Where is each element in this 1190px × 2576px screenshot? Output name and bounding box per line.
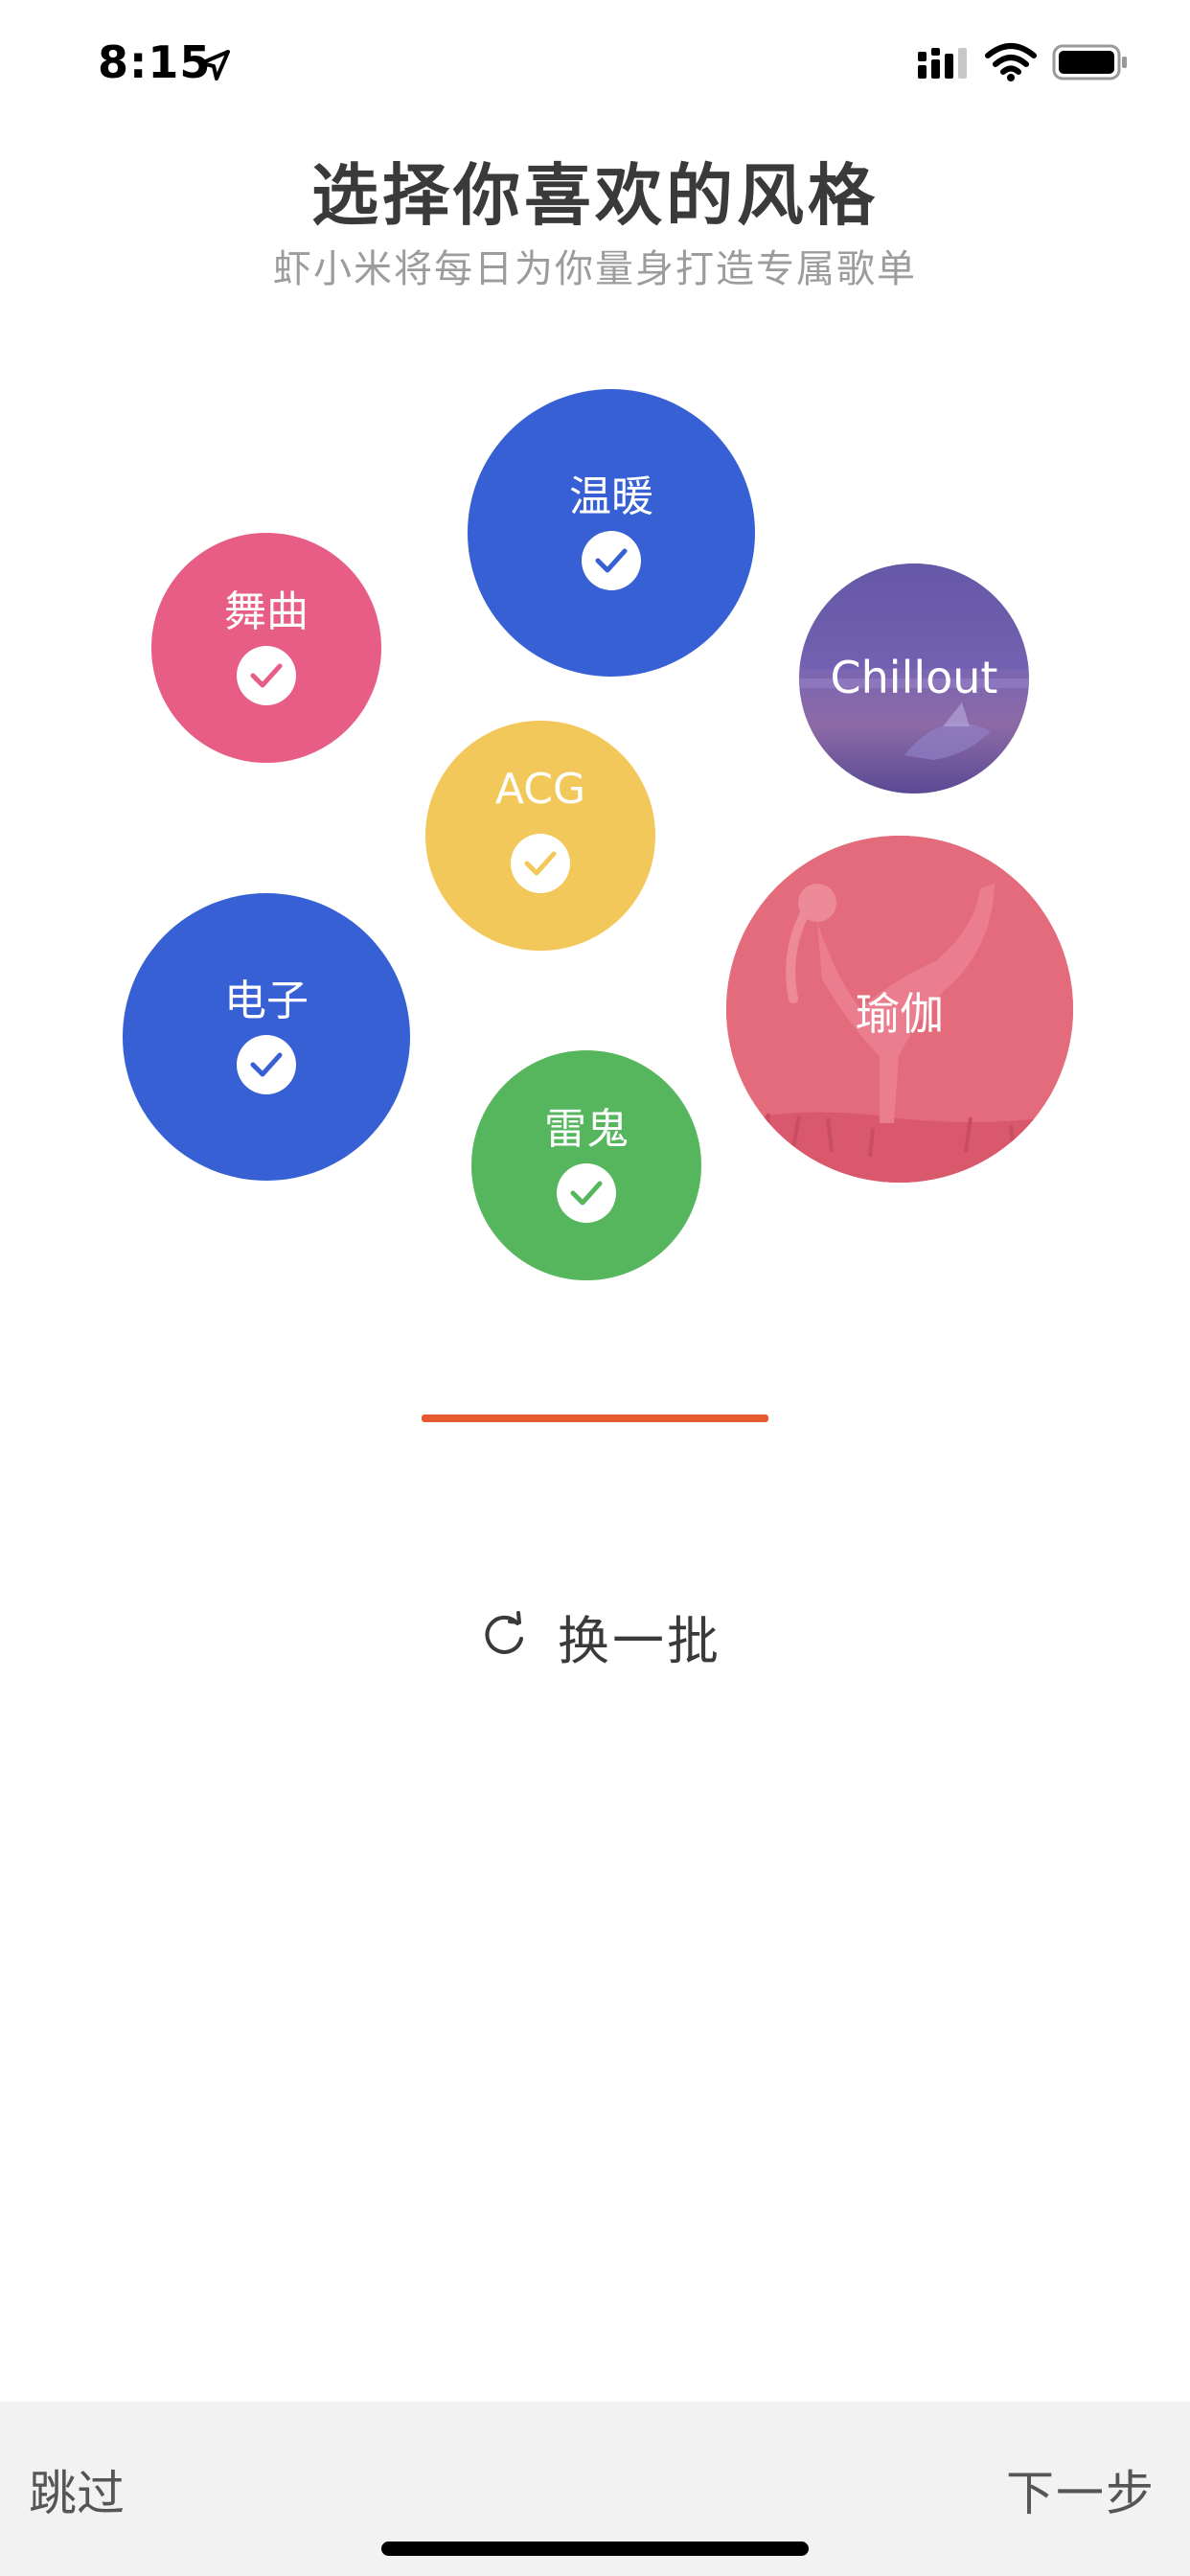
- next-step-button[interactable]: 下一步: [1006, 2455, 1156, 2524]
- style-label: Chillout: [830, 652, 998, 703]
- location-arrow-icon: [199, 50, 230, 80]
- skip-button[interactable]: 跳过: [29, 2455, 125, 2524]
- check-icon: [557, 1163, 616, 1223]
- style-bubble-electronic[interactable]: 电子: [123, 893, 410, 1181]
- status-time: 8:15: [98, 36, 212, 88]
- refresh-batch-button[interactable]: 换一批: [469, 1591, 728, 1671]
- check-icon: [237, 646, 296, 705]
- style-bubble-reggae[interactable]: 雷鬼: [471, 1050, 701, 1280]
- cellular-signal-icon: [918, 48, 967, 79]
- wifi-icon: [985, 43, 1037, 81]
- style-label: ACG: [494, 765, 586, 814]
- style-label: 舞曲: [224, 587, 309, 636]
- style-bubble-acg[interactable]: ACG: [425, 721, 655, 951]
- battery-icon: [1052, 44, 1127, 80]
- refresh-icon: [485, 1611, 523, 1654]
- progress-indicator: [422, 1414, 768, 1422]
- style-picker-screen: 8:15 选择你喜欢的风格 虾小米将每日为你量身打造专属歌单 温暖 舞曲 Chi…: [0, 0, 1190, 2576]
- home-indicator: [381, 2542, 809, 2556]
- status-bar: 8:15: [0, 0, 1190, 125]
- page-subtitle: 虾小米将每日为你量身打造专属歌单: [273, 247, 917, 291]
- page-title: 选择你喜欢的风格: [311, 156, 879, 235]
- bottom-bar: 跳过 下一步: [0, 2402, 1190, 2576]
- progress-fill: [422, 1414, 768, 1422]
- style-bubble-chillout[interactable]: Chillout: [799, 564, 1029, 794]
- style-label: 电子: [224, 977, 309, 1025]
- style-bubble-warm[interactable]: 温暖: [468, 389, 755, 677]
- check-icon: [511, 834, 570, 893]
- check-icon: [582, 531, 641, 590]
- style-bubble-dance[interactable]: 舞曲: [151, 533, 381, 763]
- style-bubble-yoga[interactable]: 瑜伽: [726, 836, 1073, 1183]
- check-icon: [237, 1035, 296, 1094]
- refresh-label: 换一批: [558, 1611, 721, 1671]
- style-label: 瑜伽: [856, 988, 944, 1040]
- style-label: 温暖: [569, 472, 653, 521]
- style-label: 雷鬼: [544, 1105, 629, 1154]
